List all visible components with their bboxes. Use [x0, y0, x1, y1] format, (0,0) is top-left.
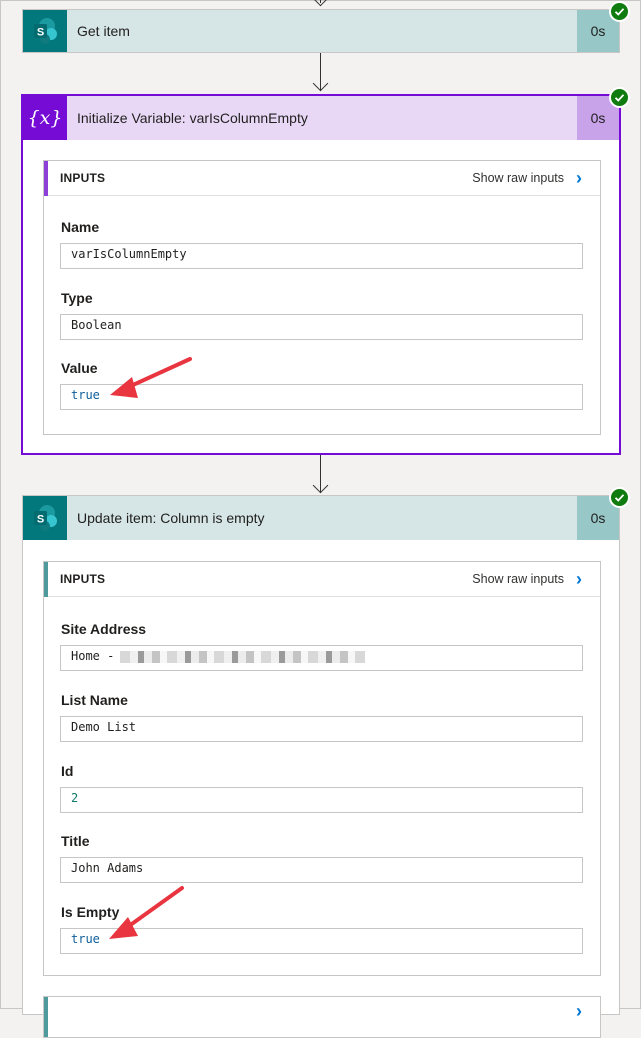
inputs-section: INPUTS Show raw inputs › Name varIsColum… — [43, 160, 601, 435]
field-label-is-empty: Is Empty — [61, 904, 120, 920]
show-raw-inputs-link[interactable]: Show raw inputs — [472, 572, 564, 586]
field-label-type: Type — [61, 290, 93, 306]
action-title: Update item: Column is empty — [77, 510, 265, 526]
inputs-section: INPUTS Show raw inputs › Site Address Ho… — [43, 561, 601, 976]
inputs-header: INPUTS Show raw inputs › — [44, 161, 600, 196]
field-label-site-address: Site Address — [61, 621, 147, 637]
redacted-url — [120, 650, 366, 663]
action-title: Get item — [77, 23, 130, 39]
outputs-section: › — [43, 996, 601, 1038]
success-check-icon — [609, 1, 630, 22]
field-value-list-name: Demo List — [60, 716, 583, 742]
field-value-is-empty: true — [60, 928, 583, 954]
svg-text:S: S — [37, 514, 44, 526]
inputs-accent-bar — [44, 562, 48, 597]
field-value-site-address: Home - — [60, 645, 583, 671]
chevron-right-icon[interactable]: › — [576, 570, 582, 588]
site-address-text: Home - — [71, 649, 115, 663]
connector-arrow — [312, 477, 329, 494]
field-value-value: true — [60, 384, 583, 410]
svg-text:S: S — [37, 27, 44, 39]
show-raw-inputs-link[interactable]: Show raw inputs — [472, 171, 564, 185]
success-check-icon — [609, 487, 630, 508]
variable-icon: {𝑥} — [23, 96, 67, 140]
field-label-title: Title — [61, 833, 90, 849]
sharepoint-icon: S — [23, 496, 67, 540]
sharepoint-icon: S — [23, 10, 67, 52]
field-value-name: varIsColumnEmpty — [60, 243, 583, 269]
action-card-update-item[interactable]: S Update item: Column is empty 0s INPUTS… — [22, 495, 620, 1038]
inputs-header: INPUTS Show raw inputs › — [44, 562, 600, 597]
action-header[interactable]: {𝑥} Initialize Variable: varIsColumnEmpt… — [23, 96, 619, 140]
connector-arrow — [312, 75, 329, 92]
chevron-right-icon[interactable]: › — [576, 1002, 582, 1020]
action-card-get-item[interactable]: S Get item 0s — [22, 9, 620, 53]
success-check-icon — [609, 87, 630, 108]
field-value-id: 2 — [60, 787, 583, 813]
chevron-right-icon[interactable]: › — [576, 169, 582, 187]
action-card-initialize-variable[interactable]: {𝑥} Initialize Variable: varIsColumnEmpt… — [21, 94, 621, 455]
field-label-value: Value — [61, 360, 98, 376]
field-label-id: Id — [61, 763, 74, 779]
connector-arrow — [312, 0, 329, 7]
action-header[interactable]: S Get item 0s — [23, 10, 619, 52]
field-label-list-name: List Name — [61, 692, 128, 708]
outputs-accent-bar — [44, 997, 48, 1037]
field-label-name: Name — [61, 219, 100, 235]
inputs-accent-bar — [44, 161, 48, 196]
inputs-label: INPUTS — [60, 171, 106, 185]
action-header[interactable]: S Update item: Column is empty 0s — [23, 496, 619, 540]
inputs-label: INPUTS — [60, 572, 106, 586]
action-title: Initialize Variable: varIsColumnEmpty — [77, 110, 308, 126]
field-value-type: Boolean — [60, 314, 583, 340]
field-value-title: John Adams — [60, 857, 583, 883]
